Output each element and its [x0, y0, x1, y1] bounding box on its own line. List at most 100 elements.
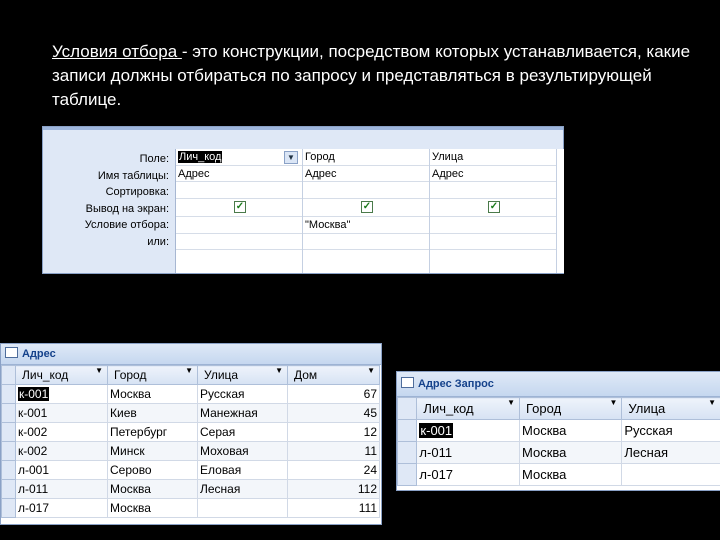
table-cell[interactable]: 45: [287, 403, 380, 423]
table-row[interactable]: л-011 Москва Лесная 112: [1, 479, 380, 499]
table-cell[interactable]: Серая: [197, 422, 288, 442]
sort-cell[interactable]: [430, 182, 556, 199]
row-selector[interactable]: [1, 403, 16, 423]
or-cell[interactable]: [176, 234, 302, 250]
field-value: Лич_код: [178, 151, 223, 163]
table-cell[interactable]: Моховая: [197, 441, 288, 461]
table-cell[interactable]: Москва: [519, 419, 623, 442]
table-cell[interactable]: Москва: [107, 384, 198, 404]
table-row[interactable]: л-011 Москва Лесная: [397, 441, 720, 464]
table-row[interactable]: к-001 Москва Русская 67: [1, 384, 380, 404]
table-cell[interactable]: Москва: [519, 441, 623, 464]
table-cell[interactable]: 12: [287, 422, 380, 442]
table-cell[interactable]: Манежная: [197, 403, 288, 423]
row-selector[interactable]: [1, 422, 16, 442]
table-row[interactable]: л-001 Серово Еловая 24: [1, 460, 380, 480]
table-cell[interactable]: Адрес: [176, 166, 302, 182]
table-cell[interactable]: л-017: [15, 498, 108, 518]
criteria-cell[interactable]: [430, 217, 556, 234]
column-header[interactable]: Улица ▼: [197, 365, 288, 385]
show-cell[interactable]: ✓: [430, 200, 556, 217]
table-cell[interactable]: Адрес: [430, 166, 556, 182]
column-header[interactable]: Лич_код ▼: [416, 397, 521, 420]
table-cell[interactable]: к-001: [15, 403, 108, 423]
row-selector[interactable]: [1, 441, 16, 461]
field-cell[interactable]: Город: [303, 149, 429, 166]
show-cell[interactable]: ✓: [303, 200, 429, 217]
show-cell[interactable]: ✓: [176, 200, 302, 217]
sort-cell[interactable]: [303, 182, 429, 199]
table-cell[interactable]: л-017: [416, 463, 521, 486]
table-cell[interactable]: Лесная: [197, 479, 288, 499]
chevron-down-icon[interactable]: ▼: [275, 366, 283, 375]
table-cell[interactable]: 67: [287, 384, 380, 404]
table-cell[interactable]: к-002: [15, 422, 108, 442]
chevron-down-icon[interactable]: ▼: [708, 398, 716, 407]
table-cell[interactable]: 24: [287, 460, 380, 480]
column-header[interactable]: Дом ▼: [287, 365, 380, 385]
table-cell[interactable]: 11: [287, 441, 380, 461]
chevron-down-icon[interactable]: ▼: [507, 398, 515, 407]
row-selector[interactable]: [1, 479, 16, 499]
field-cell[interactable]: Улица: [430, 149, 556, 166]
table-cell[interactable]: [197, 498, 288, 518]
show-checkbox[interactable]: ✓: [234, 200, 246, 213]
row-selector[interactable]: [1, 384, 16, 404]
column-header[interactable]: Лич_код ▼: [15, 365, 108, 385]
chevron-down-icon[interactable]: ▼: [185, 366, 193, 375]
table-row[interactable]: л-017 Москва: [397, 463, 720, 486]
table-row[interactable]: л-017 Москва 111: [1, 498, 380, 518]
or-cell[interactable]: [303, 234, 429, 250]
table-cell[interactable]: Москва: [107, 498, 198, 518]
row-selector[interactable]: [397, 441, 418, 464]
show-checkbox[interactable]: ✓: [488, 200, 500, 213]
row-selector[interactable]: [397, 463, 418, 486]
show-checkbox[interactable]: ✓: [361, 200, 373, 213]
chevron-down-icon[interactable]: ▼: [367, 366, 375, 375]
or-cell[interactable]: [430, 234, 556, 250]
table-cell[interactable]: л-011: [416, 441, 521, 464]
row-selector[interactable]: [397, 419, 418, 442]
table-cell[interactable]: Еловая: [197, 460, 288, 480]
table-cell[interactable]: Русская: [197, 384, 288, 404]
select-all[interactable]: [397, 397, 418, 420]
table-cell[interactable]: Лесная: [621, 441, 720, 464]
table-row[interactable]: к-001 Киев Манежная 45: [1, 403, 380, 423]
caption-term: Условия отбора: [52, 42, 182, 61]
chevron-down-icon[interactable]: ▼: [95, 366, 103, 375]
criteria-cell[interactable]: "Москва": [303, 217, 429, 234]
column-header[interactable]: Улица ▼: [621, 397, 720, 420]
criteria-cell[interactable]: [176, 217, 302, 234]
table-cell[interactable]: Петербург: [107, 422, 198, 442]
table-cell[interactable]: к-001: [416, 419, 521, 442]
chevron-down-icon[interactable]: ▼: [284, 151, 298, 164]
column-header-label: Улица: [628, 401, 666, 416]
table-cell[interactable]: Москва: [107, 479, 198, 499]
table-cell[interactable]: [621, 463, 720, 486]
sort-cell[interactable]: [176, 182, 302, 199]
row-label-or: или:: [147, 235, 169, 248]
select-all[interactable]: [1, 365, 16, 385]
chevron-down-icon[interactable]: ▼: [609, 398, 617, 407]
table-row[interactable]: к-001 Москва Русская: [397, 419, 720, 442]
table-cell[interactable]: 112: [287, 479, 380, 499]
table-cell[interactable]: Москва: [519, 463, 623, 486]
column-header[interactable]: Город ▼: [107, 365, 198, 385]
table-cell[interactable]: л-001: [15, 460, 108, 480]
table-row[interactable]: к-002 Минск Моховая 11: [1, 441, 380, 461]
table-row[interactable]: к-002 Петербург Серая 12: [1, 422, 380, 442]
table-cell[interactable]: к-002: [15, 441, 108, 461]
table-cell[interactable]: л-011: [15, 479, 108, 499]
table-cell[interactable]: Серово: [107, 460, 198, 480]
table-cell[interactable]: Адрес: [303, 166, 429, 182]
row-selector[interactable]: [1, 460, 16, 480]
column-header-label: Лич_код: [423, 401, 474, 416]
row-selector[interactable]: [1, 498, 16, 518]
table-cell[interactable]: Русская: [621, 419, 720, 442]
column-header[interactable]: Город ▼: [519, 397, 623, 420]
table-cell[interactable]: Киев: [107, 403, 198, 423]
table-cell[interactable]: Минск: [107, 441, 198, 461]
table-cell[interactable]: 111: [287, 498, 380, 518]
table-cell[interactable]: к-001: [15, 384, 108, 404]
field-cell[interactable]: Лич_код ▼: [176, 149, 302, 166]
